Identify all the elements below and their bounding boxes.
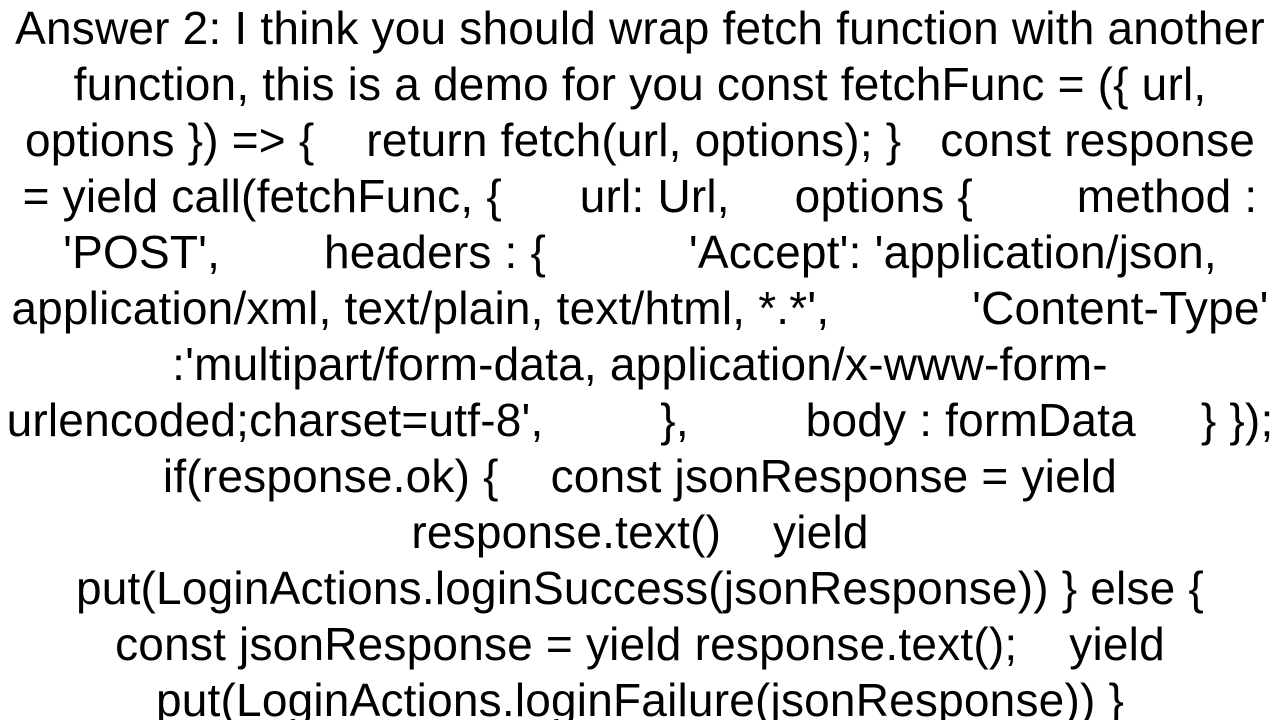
answer-body-text: Answer 2: I think you should wrap fetch … — [0, 0, 1280, 720]
